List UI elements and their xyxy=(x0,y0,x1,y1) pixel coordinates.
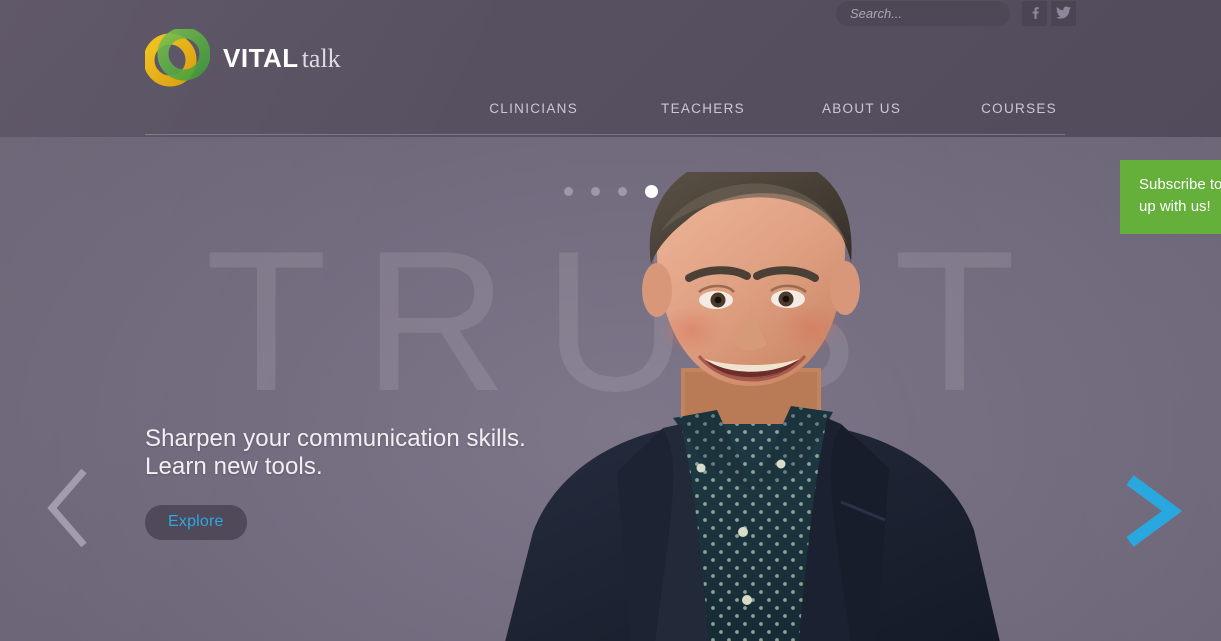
hero-caption-line-2: Learn new tools. xyxy=(145,453,323,480)
hero-portrait-photo xyxy=(505,172,1000,641)
slider-dot-3[interactable] xyxy=(617,187,627,196)
site-header: VITAL talk CLINICIANS TEACHERS ABOUT US … xyxy=(0,0,1221,137)
utility-bar xyxy=(836,0,1076,26)
page-root: VITAL talk CLINICIANS TEACHERS ABOUT US … xyxy=(0,0,1221,641)
explore-button[interactable]: Explore xyxy=(145,505,247,540)
hero-caption: Sharpen your communication skills. Learn… xyxy=(145,425,526,540)
vitaltalk-rings-icon xyxy=(145,29,210,87)
nav-item-clinicians[interactable]: CLINICIANS xyxy=(489,101,578,116)
slider-prev-arrow[interactable] xyxy=(44,467,90,554)
twitter-icon[interactable] xyxy=(1051,0,1076,26)
nav-item-about-us[interactable]: ABOUT US xyxy=(822,101,901,116)
hero-caption-line-1: Sharpen your communication skills. xyxy=(145,425,526,452)
logo-talk-text: talk xyxy=(301,43,341,73)
search-input[interactable] xyxy=(836,0,1010,26)
logo-vital-text: VITAL xyxy=(223,42,299,73)
hero-slider: TRUST Sharpen your communication skills.… xyxy=(0,137,1221,641)
subscribe-line-1: Subscribe to k xyxy=(1139,176,1221,193)
slider-dot-4[interactable] xyxy=(644,185,658,198)
nav-divider xyxy=(145,134,1065,135)
nav-item-courses[interactable]: COURSES xyxy=(981,101,1057,116)
facebook-icon[interactable] xyxy=(1022,0,1047,26)
slider-dots xyxy=(0,185,1221,198)
chevron-right-icon xyxy=(1126,475,1183,547)
logo-wordmark: VITAL talk xyxy=(223,43,341,74)
nav-item-teachers[interactable]: TEACHERS xyxy=(661,101,745,116)
chevron-left-icon xyxy=(47,468,87,548)
slider-next-arrow[interactable] xyxy=(1120,475,1183,552)
primary-nav: CLINICIANS TEACHERS ABOUT US COURSES xyxy=(145,101,1065,127)
subscribe-line-2: up with us! xyxy=(1139,198,1211,215)
subscribe-widget[interactable]: Subscribe to k up with us! xyxy=(1120,160,1221,234)
site-logo[interactable]: VITAL talk xyxy=(145,29,341,87)
search-box[interactable] xyxy=(836,0,1010,26)
slider-dot-1[interactable] xyxy=(563,187,573,196)
slider-dot-2[interactable] xyxy=(590,187,600,196)
